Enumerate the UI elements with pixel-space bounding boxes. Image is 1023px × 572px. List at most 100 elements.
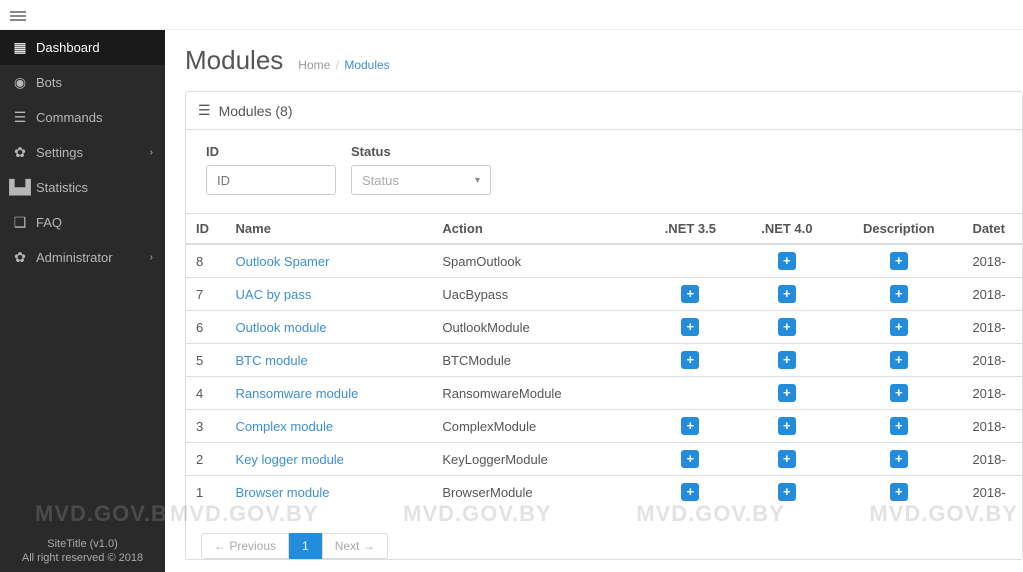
module-link[interactable]: Outlook module <box>236 320 327 335</box>
gear-icon: ✿ <box>12 249 28 266</box>
breadcrumb: Home / Modules <box>298 58 389 72</box>
sidebar-item-label: Commands <box>36 110 102 125</box>
page-title: Modules <box>185 45 283 76</box>
footer-copyright: All right reserved © 2018 <box>8 552 157 564</box>
sidebar-item-faq[interactable]: ❑ FAQ <box>0 205 165 240</box>
cell-id: 3 <box>186 410 226 443</box>
sidebar-item-dashboard[interactable]: ▦Dashboard <box>0 30 165 65</box>
sidebar-item-commands[interactable]: ☰ Commands <box>0 100 165 135</box>
table-row: 8Outlook SpamerSpamOutlook++2018- <box>186 244 1022 278</box>
footer-title: SiteTitle (v1.0) <box>8 538 157 550</box>
cell-action: UacBypass <box>432 278 642 311</box>
module-link[interactable]: Outlook Spamer <box>236 254 330 269</box>
cell-net40: + <box>739 443 836 476</box>
cell-net40: + <box>739 344 836 377</box>
breadcrumb-home[interactable]: Home <box>298 58 330 72</box>
filter-status-select[interactable]: Status ▾ <box>351 165 491 195</box>
cell-net35: + <box>642 476 739 509</box>
module-link[interactable]: Complex module <box>236 419 334 434</box>
plus-badge[interactable]: + <box>778 285 796 303</box>
cell-action: KeyLoggerModule <box>432 443 642 476</box>
table-row: 4Ransomware moduleRansomwareModule++2018… <box>186 377 1022 410</box>
header-net35[interactable]: .NET 3.5 <box>642 214 739 245</box>
pagination-prev[interactable]: ← Previous <box>201 533 289 559</box>
header-id[interactable]: ID <box>186 214 226 245</box>
cell-date: 2018- <box>962 278 1022 311</box>
cell-net35: + <box>642 311 739 344</box>
plus-badge[interactable]: + <box>681 285 699 303</box>
header-date[interactable]: Datet <box>962 214 1022 245</box>
module-link[interactable]: Ransomware module <box>236 386 359 401</box>
cell-name: Browser module <box>226 476 433 509</box>
table-row: 1Browser moduleBrowserModule+++2018- <box>186 476 1022 509</box>
module-link[interactable]: Key logger module <box>236 452 344 467</box>
plus-badge[interactable]: + <box>778 483 796 501</box>
sidebar-item-label: Settings <box>36 145 83 160</box>
cell-id: 8 <box>186 244 226 278</box>
plus-badge[interactable]: + <box>890 450 908 468</box>
module-link[interactable]: Browser module <box>236 485 330 500</box>
plus-badge[interactable]: + <box>681 318 699 336</box>
table-row: 2Key logger moduleKeyLoggerModule+++2018… <box>186 443 1022 476</box>
plus-badge[interactable]: + <box>681 351 699 369</box>
plus-badge[interactable]: + <box>778 351 796 369</box>
cell-net40: + <box>739 377 836 410</box>
main-content: Modules Home / Modules ☰ Modules (8) ID … <box>165 30 1023 572</box>
plus-badge[interactable]: + <box>890 483 908 501</box>
plus-badge[interactable]: + <box>681 450 699 468</box>
sidebar-footer: SiteTitle (v1.0) All right reserved © 20… <box>0 530 165 572</box>
faq-icon: ❑ <box>12 214 28 231</box>
header-net40[interactable]: .NET 4.0 <box>739 214 836 245</box>
plus-badge[interactable]: + <box>778 384 796 402</box>
sidebar-item-bots[interactable]: ◉Bots <box>0 65 165 100</box>
cell-date: 2018- <box>962 377 1022 410</box>
filter-status-group: Status Status ▾ <box>351 144 491 195</box>
bot-icon: ◉ <box>12 74 28 91</box>
cell-date: 2018- <box>962 476 1022 509</box>
plus-badge[interactable]: + <box>778 318 796 336</box>
plus-badge[interactable]: + <box>778 252 796 270</box>
sidebar-item-label: FAQ <box>36 215 62 230</box>
plus-badge[interactable]: + <box>681 417 699 435</box>
cell-id: 6 <box>186 311 226 344</box>
cell-date: 2018- <box>962 344 1022 377</box>
list-icon: ☰ <box>12 109 28 126</box>
cell-action: OutlookModule <box>432 311 642 344</box>
cell-net35: + <box>642 410 739 443</box>
table-row: 5BTC moduleBTCModule+++2018- <box>186 344 1022 377</box>
plus-badge[interactable]: + <box>890 417 908 435</box>
plus-badge[interactable]: + <box>890 384 908 402</box>
plus-badge[interactable]: + <box>890 285 908 303</box>
plus-badge[interactable]: + <box>890 318 908 336</box>
cell-net40: + <box>739 410 836 443</box>
plus-badge[interactable]: + <box>681 483 699 501</box>
topbar <box>0 0 1023 30</box>
sidebar-item-administrator[interactable]: ✿Administrator› <box>0 240 165 275</box>
plus-badge[interactable]: + <box>778 417 796 435</box>
modules-table: ID Name Action .NET 3.5 .NET 4.0 Descrip… <box>186 213 1022 508</box>
plus-badge[interactable]: + <box>890 252 908 270</box>
cell-name: BTC module <box>226 344 433 377</box>
sidebar-item-statistics[interactable]: ▙▟Statistics <box>0 170 165 205</box>
plus-badge[interactable]: + <box>890 351 908 369</box>
cell-name: Outlook Spamer <box>226 244 433 278</box>
panel-title: Modules (8) <box>219 103 293 119</box>
module-link[interactable]: UAC by pass <box>236 287 312 302</box>
pagination-page-1[interactable]: 1 <box>289 533 322 559</box>
header-action[interactable]: Action <box>432 214 642 245</box>
header-name[interactable]: Name <box>226 214 433 245</box>
cell-net35 <box>642 377 739 410</box>
pagination-next[interactable]: Next → <box>322 533 388 559</box>
sidebar-item-settings[interactable]: ✿ Settings › <box>0 135 165 170</box>
header-description[interactable]: Description <box>835 214 962 245</box>
cell-desc: + <box>835 311 962 344</box>
filter-status-placeholder: Status <box>362 173 399 188</box>
module-link[interactable]: BTC module <box>236 353 308 368</box>
menu-toggle-icon[interactable] <box>10 9 26 21</box>
plus-badge[interactable]: + <box>778 450 796 468</box>
gear-icon: ✿ <box>12 144 28 161</box>
filter-id-input[interactable] <box>206 165 336 195</box>
page-header: Modules Home / Modules <box>185 45 1023 76</box>
chevron-right-icon: › <box>150 147 153 158</box>
list-icon: ☰ <box>198 102 211 119</box>
